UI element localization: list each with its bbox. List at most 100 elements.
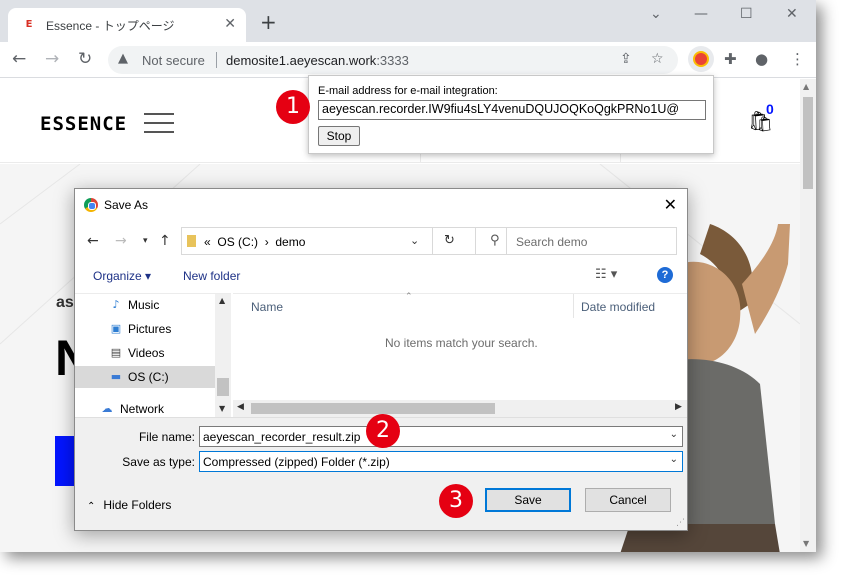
save-type-select[interactable]: Compressed (zipped) Folder (*.zip) ⌄ [199,451,683,472]
column-divider[interactable] [573,294,574,318]
tab-search-icon[interactable]: ⌄ [650,6,662,22]
nav-item-label: OS (C:) [128,370,169,384]
file-list-hscroll-thumb[interactable] [251,403,495,414]
not-secure-label: Not secure [142,53,205,68]
page-scrollbar[interactable]: ▲ ▼ [800,79,816,552]
dialog-address-row: ← → ▾ ↑ « OS (C:) › demo ⌄ ↻ ⚲ Search de… [75,225,687,257]
warning-icon: ▲ [118,51,128,66]
stop-button[interactable]: Stop [318,126,360,146]
page-scrollbar-thumb[interactable] [803,97,813,189]
callout-marker-3: 3 [439,484,473,518]
extension-popup: E-mail address for e-mail integration: a… [308,75,714,154]
column-header-date[interactable]: Date modified [581,300,655,314]
callout-marker-1: 1 [276,90,310,124]
hscroll-right-icon[interactable]: ▶ [675,402,682,412]
search-icon: ⚲ [490,233,500,248]
search-folder-input[interactable]: ⚲ Search demo [475,227,677,255]
hamburger-menu-icon[interactable] [144,113,174,140]
nav-item-label: Music [128,298,160,312]
url-host: demosite1.aeyescan.work [226,53,377,68]
bookmark-star-icon[interactable]: ☆ [651,51,664,67]
path-drive[interactable]: OS (C:) [217,235,258,249]
dialog-forward-icon[interactable]: → [115,233,127,249]
back-icon[interactable]: ← [12,49,26,69]
site-favicon-icon: E [22,18,36,32]
nav-scroll-up-icon[interactable]: ▲ [219,296,225,305]
nav-pane-scrollbar[interactable]: ▲ ▼ [215,294,231,417]
share-icon[interactable]: ⇪ [620,51,632,67]
file-list-hscrollbar[interactable]: ◀ ▶ [233,400,687,417]
minimize-icon[interactable]: — [694,6,708,22]
resize-grip-icon[interactable]: ⋰ [676,518,685,528]
address-bar[interactable]: ▲ Not secure demosite1.aeyescan.work:333… [108,46,678,74]
column-header-name[interactable]: Name [251,300,283,314]
path-prefix[interactable]: « [204,235,211,249]
browser-tab[interactable]: E Essence - トップページ ✕ [8,8,246,42]
nav-item-pictures[interactable]: ▣ Pictures [75,318,215,340]
music-icon: ♪ [112,298,120,311]
aeyescan-extension-icon[interactable] [688,46,714,72]
scroll-up-icon[interactable]: ▲ [803,82,809,91]
tab-close-icon[interactable]: ✕ [224,15,236,32]
up-folder-icon[interactable]: ↑ [159,233,171,249]
forward-icon[interactable]: → [45,49,59,69]
extensions-puzzle-icon[interactable]: ✚ [724,50,737,68]
nav-item-label: Pictures [128,322,172,336]
drive-icon: ▬ [110,370,122,383]
refresh-icon[interactable]: ↻ [444,233,455,248]
dialog-back-icon[interactable]: ← [87,233,99,249]
organize-menu[interactable]: Organize ▾ [93,269,151,283]
url-text: demosite1.aeyescan.work:3333 [226,53,409,68]
tab-title: Essence - トップページ [46,19,175,33]
hscroll-left-icon[interactable]: ◀ [237,402,244,412]
save-type-value: Compressed (zipped) Folder (*.zip) [203,455,390,469]
dialog-close-icon[interactable]: ✕ [664,195,677,214]
nav-item-os-drive[interactable]: ▬ OS (C:) [75,366,215,388]
cart-count: 0 [766,101,774,117]
path-breadcrumb: « OS (C:) › demo [204,235,305,249]
save-type-label: Save as type: [122,455,195,469]
extension-badge [693,51,709,67]
nav-item-label: Network [120,402,165,416]
path-divider [432,228,433,254]
path-dropdown-icon[interactable]: ⌄ [410,234,419,247]
cancel-button[interactable]: Cancel [585,488,671,512]
callout-marker-2: 2 [366,414,400,448]
new-folder-button[interactable]: New folder [183,269,240,283]
dialog-command-bar: Organize ▾ New folder ☷ ▾ ? [75,261,687,291]
menu-kebab-icon[interactable]: ⋮ [790,50,805,68]
save-type-dropdown-icon[interactable]: ⌄ [670,454,678,465]
network-icon: ☁ [101,402,113,415]
file-name-field[interactable]: aeyescan_recorder_result.zip ⌄ [199,426,683,447]
path-folder[interactable]: demo [275,235,305,249]
recent-locations-icon[interactable]: ▾ [143,236,148,246]
pictures-icon: ▣ [110,322,122,335]
nav-pane-scroll-thumb[interactable] [217,378,229,396]
address-divider [216,52,217,68]
scroll-down-icon[interactable]: ▼ [803,539,809,548]
nav-item-music[interactable]: ♪ Music [75,294,215,316]
nav-item-label: Videos [128,346,165,360]
videos-icon: ▤ [110,346,122,359]
window-close-icon[interactable]: ✕ [786,6,798,22]
path-separator: › [264,235,269,249]
new-tab-icon[interactable]: + [260,10,277,34]
file-name-dropdown-icon[interactable]: ⌄ [670,429,678,440]
hero-shop-button[interactable] [55,436,75,486]
email-integration-field[interactable]: aeyescan.recorder.IW9fiu4sLY4venuDQUJOQK… [318,100,706,120]
dialog-title: Save As [104,198,149,212]
profile-avatar-icon[interactable]: ● [755,50,768,68]
help-icon[interactable]: ? [657,267,673,283]
dialog-path-bar[interactable]: « OS (C:) › demo ⌄ ↻ [181,227,507,255]
maximize-icon[interactable]: ☐ [740,6,753,22]
hide-folders-toggle[interactable]: ⌃ Hide Folders [87,498,171,512]
view-options-icon[interactable]: ☷ ▾ [595,267,617,282]
save-button[interactable]: Save [485,488,571,512]
nav-item-videos[interactable]: ▤ Videos [75,342,215,364]
nav-scroll-down-icon[interactable]: ▼ [219,404,225,413]
save-as-dialog: Save As ✕ ← → ▾ ↑ « OS (C:) › demo ⌄ ↻ ⚲… [74,188,688,531]
site-logo[interactable]: ESSENCE [40,113,127,135]
reload-icon[interactable]: ↻ [78,49,92,69]
dialog-title-bar: Save As ✕ [75,189,687,221]
empty-state-message: No items match your search. [385,336,538,350]
